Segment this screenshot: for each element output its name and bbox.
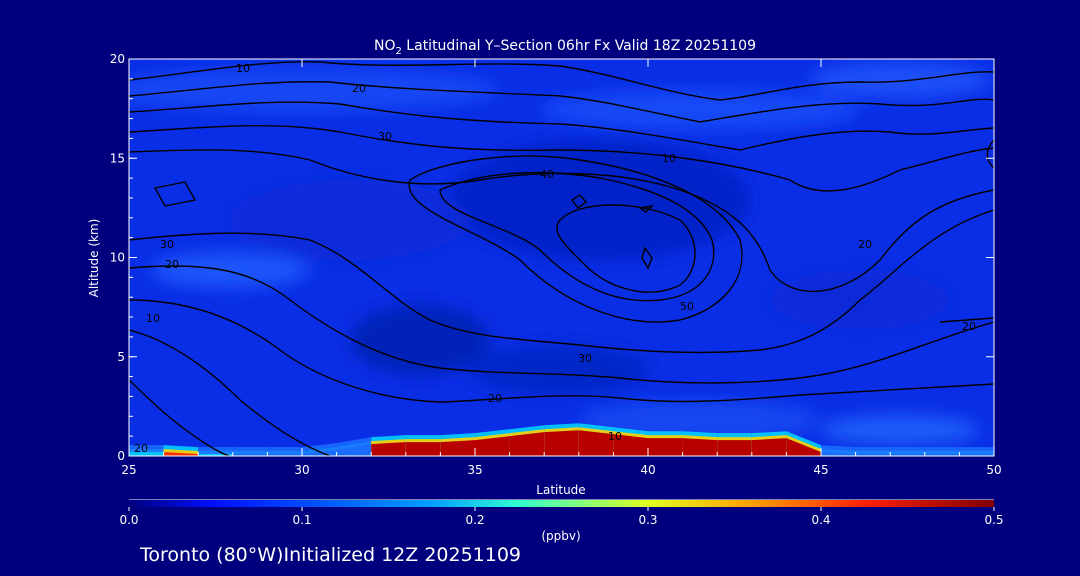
svg-text:50: 50 <box>680 300 694 313</box>
plume-core <box>751 438 787 456</box>
plume-core <box>509 432 545 456</box>
x-tick-label: 30 <box>294 463 309 477</box>
plume-core <box>371 442 406 456</box>
footer-location: Toronto (80°W) <box>139 544 283 566</box>
colorbar-ticks: 0.0 0.1 0.2 0.3 0.4 0.5 <box>119 507 1004 527</box>
colorbar-tick-label: 0.1 <box>292 513 311 527</box>
svg-text:20: 20 <box>858 238 872 251</box>
chart: NO2 Latitudinal Y–Section 06hr Fx Valid … <box>87 38 1004 566</box>
y-axis-label: Altitude (km) <box>87 219 101 298</box>
x-tick-label: 40 <box>640 463 655 477</box>
footer-text: Toronto (80°W)Initialized 12Z 20251109 <box>139 544 521 566</box>
chart-title: NO2 Latitudinal Y–Section 06hr Fx Valid … <box>374 38 756 57</box>
plume-core <box>648 438 683 456</box>
svg-text:20: 20 <box>488 392 502 405</box>
plume-core <box>440 440 475 456</box>
svg-text:30: 30 <box>160 238 174 251</box>
svg-text:40: 40 <box>540 168 554 181</box>
svg-text:20: 20 <box>352 82 366 95</box>
x-tick-label: 25 <box>121 463 136 477</box>
colorbar-tick-label: 0.2 <box>465 513 484 527</box>
colorbar-tick-label: 0.0 <box>119 513 138 527</box>
x-tick-label: 35 <box>467 463 482 477</box>
y-tick-label: 0 <box>117 449 125 463</box>
colorbar-tick-label: 0.3 <box>638 513 657 527</box>
x-tick-label: 50 <box>986 463 1001 477</box>
svg-text:30: 30 <box>378 130 392 143</box>
svg-text:30: 30 <box>578 352 592 365</box>
y-tick-label: 5 <box>117 350 125 364</box>
svg-text:20: 20 <box>165 258 179 271</box>
svg-text:10: 10 <box>236 62 250 75</box>
plume-core <box>544 430 579 456</box>
svg-text:10: 10 <box>608 430 622 443</box>
plume-core <box>717 440 752 456</box>
plume-core <box>682 438 718 456</box>
footer-initialized: Initialized 12Z 20251109 <box>283 544 521 566</box>
x-axis-label: Latitude <box>536 483 585 497</box>
svg-text:20: 20 <box>134 442 148 455</box>
svg-text:10: 10 <box>146 312 160 325</box>
svg-text:10: 10 <box>662 152 676 165</box>
plume-core <box>405 442 441 456</box>
colorbar-units: (ppbv) <box>541 529 580 543</box>
colorbar-tick-label: 0.4 <box>811 513 830 527</box>
y-tick-label: 15 <box>110 151 125 165</box>
colorbar <box>129 500 994 507</box>
x-tick-label: 45 <box>813 463 828 477</box>
y-tick-label: 10 <box>110 251 125 265</box>
colorbar-tick-label: 0.5 <box>984 513 1003 527</box>
y-tick-label: 20 <box>110 52 125 66</box>
svg-text:20: 20 <box>962 320 976 333</box>
no2-field: 10 20 30 40 10 30 20 10 50 30 20 20 20 1… <box>129 59 994 456</box>
